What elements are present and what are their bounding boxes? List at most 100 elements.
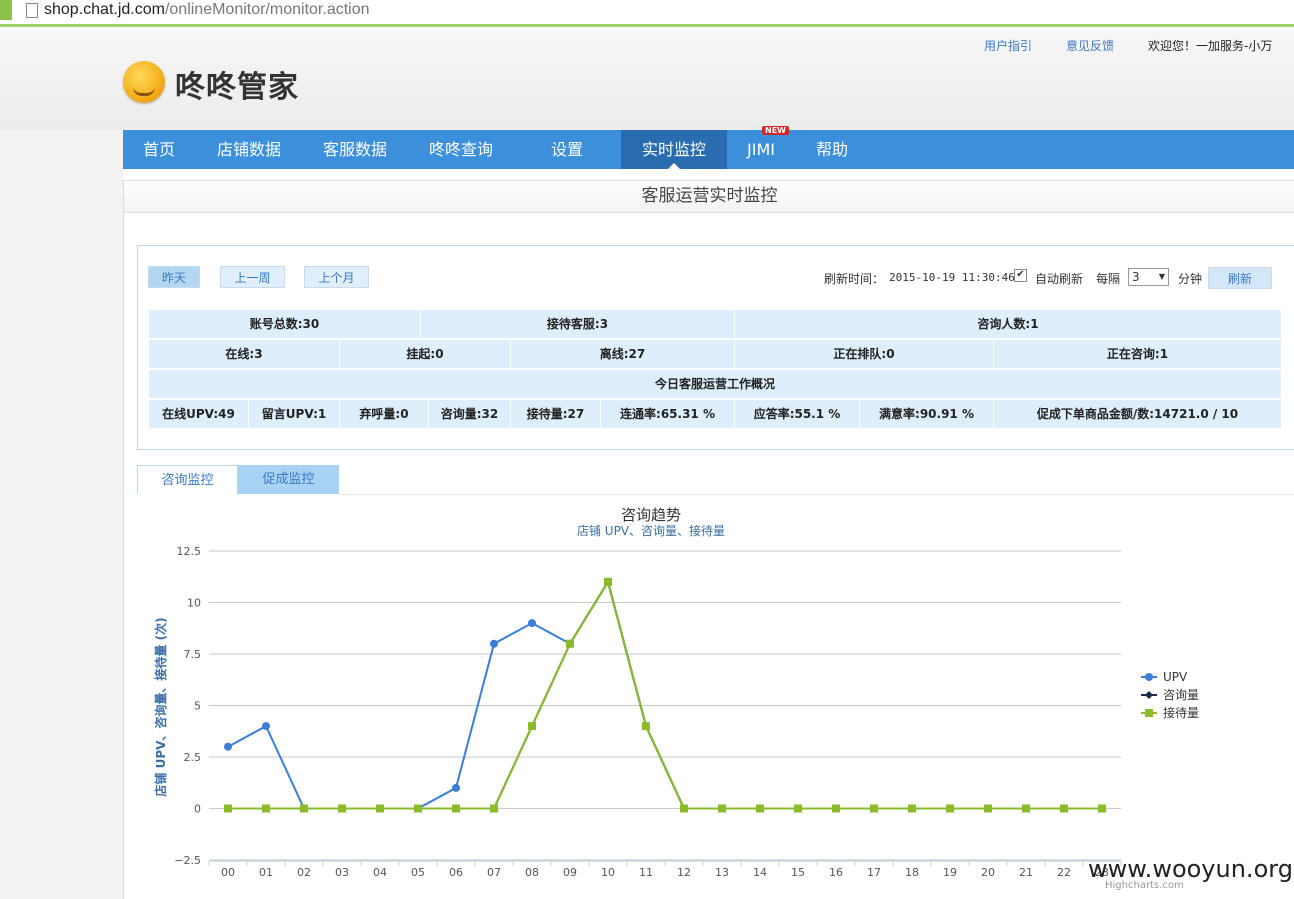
x-axis-ticks: 00 01 02 03 04 05 06 07 08 09 10 11 12 13 14 15 16 17 18 19… <box>208 860 1122 879</box>
x-tick-label: 14 <box>753 866 767 879</box>
series-0 <box>224 577 1106 813</box>
legend-marker <box>1145 691 1153 699</box>
watermark: www.wooyun.org <box>1088 855 1293 883</box>
last-month-button[interactable]: 上个月 <box>304 266 369 288</box>
data-point <box>566 639 574 648</box>
back-button-stub[interactable] <box>0 0 12 20</box>
legend-marker <box>1145 709 1153 717</box>
series-1 <box>224 577 1106 813</box>
stat-reception-volume: 接待量:27 <box>511 400 600 428</box>
stat-message-upv: 留言UPV:1 <box>249 400 339 428</box>
stat-satisfaction: 满意率:90.91 % <box>860 400 993 428</box>
nav-item-realtime-monitor[interactable]: 实时监控 <box>621 130 727 169</box>
data-point <box>490 804 498 813</box>
chart-series <box>224 577 1106 813</box>
nav-item-home[interactable]: 首页 <box>123 130 195 169</box>
data-point <box>300 804 308 813</box>
data-point <box>528 619 536 628</box>
tab-consult-monitor[interactable]: 咨询监控 <box>137 465 238 494</box>
auto-refresh-checkbox[interactable]: ✔ <box>1014 269 1027 282</box>
data-point <box>224 742 232 751</box>
interval-label: 每隔 <box>1096 272 1121 286</box>
data-point <box>528 722 536 731</box>
auto-refresh-label: 自动刷新 <box>1035 272 1084 286</box>
stat-consulting-people: 咨询人数:1 <box>735 310 1281 338</box>
data-point <box>756 804 764 813</box>
legend-marker <box>1145 673 1153 681</box>
x-tick-label: 20 <box>981 866 995 879</box>
stat-online: 在线:3 <box>149 340 339 368</box>
data-point <box>452 783 460 792</box>
stat-abandoned: 弃呼量:0 <box>340 400 428 428</box>
y-tick-label: 12.5 <box>177 545 202 558</box>
data-point <box>984 804 992 813</box>
interval-unit: 分钟 <box>1178 272 1203 286</box>
url-host: shop.chat.jd.com <box>44 1 165 18</box>
page-icon <box>26 3 38 18</box>
x-tick-label: 03 <box>335 866 349 879</box>
x-tick-label: 22 <box>1057 866 1071 879</box>
tab-underline <box>339 494 1294 495</box>
chart-subtitle: 店铺 UPV、咨询量、接待量 <box>577 523 725 538</box>
data-point <box>262 722 270 731</box>
x-tick-label: 21 <box>1019 866 1033 879</box>
stat-receiving-cs: 接待客服:3 <box>421 310 734 338</box>
y-tick-label: −2.5 <box>174 854 201 867</box>
x-tick-label: 02 <box>297 866 311 879</box>
nav-item-jimi[interactable]: JIMI <box>735 130 787 169</box>
stat-online-upv: 在线UPV:49 <box>149 400 248 428</box>
data-point <box>1060 804 1068 813</box>
main-nav: 首页 店铺数据 客服数据 咚咚查询 设置 实时监控 JIMI 帮助 <box>123 130 1294 169</box>
logo-text: 咚咚管家 <box>175 70 299 105</box>
data-point <box>794 804 802 813</box>
legend-label: UPV <box>1163 670 1188 684</box>
stat-consult-volume: 咨询量:32 <box>429 400 510 428</box>
tab-promo-monitor[interactable]: 促成监控 <box>238 465 339 494</box>
nav-item-settings[interactable]: 设置 <box>525 130 609 169</box>
x-tick-label: 01 <box>259 866 273 879</box>
x-tick-label: 13 <box>715 866 729 879</box>
nav-item-shop-data[interactable]: 店铺数据 <box>207 130 291 169</box>
left-gutter <box>0 130 123 899</box>
y-axis-label: 店铺 UPV、咨询量、接待量 (次) <box>153 617 168 796</box>
url-text[interactable]: shop.chat.jd.com/onlineMonitor/monitor.a… <box>44 0 370 19</box>
refresh-button[interactable]: 刷新 <box>1208 267 1272 289</box>
x-tick-label: 10 <box>601 866 615 879</box>
yesterday-button[interactable]: 昨天 <box>148 266 200 288</box>
bell-logo-icon <box>123 61 165 103</box>
stat-today-title: 今日客服运营工作概况 <box>149 370 1281 398</box>
new-badge: NEW <box>762 126 789 135</box>
x-tick-label: 00 <box>221 866 235 879</box>
chart-grid <box>209 550 1121 861</box>
nav-item-help[interactable]: 帮助 <box>805 130 859 169</box>
data-point <box>1098 804 1106 813</box>
x-tick-label: 15 <box>791 866 805 879</box>
series-line <box>228 579 1102 810</box>
url-path: /onlineMonitor/monitor.action <box>164 1 370 18</box>
data-point <box>452 804 460 813</box>
x-tick-label: 11 <box>639 866 653 879</box>
data-point <box>642 722 650 731</box>
x-tick-label: 04 <box>373 866 387 879</box>
refresh-time-label: 刷新时间： <box>824 272 885 286</box>
x-tick-label: 16 <box>829 866 843 879</box>
stat-suspended: 挂起:0 <box>340 340 510 368</box>
y-tick-label: 7.5 <box>184 648 202 661</box>
browser-address-bar[interactable]: shop.chat.jd.com/onlineMonitor/monitor.a… <box>0 0 1294 27</box>
data-point <box>832 804 840 813</box>
interval-select[interactable]: 3 <box>1128 268 1169 286</box>
y-tick-label: 10 <box>187 597 201 610</box>
stat-response-rate: 应答率:55.1 % <box>735 400 859 428</box>
feedback-link[interactable]: 意见反馈 <box>1066 38 1114 54</box>
data-point <box>376 804 384 813</box>
welcome-text: 欢迎您！一加服务-小万 <box>1148 39 1273 53</box>
user-guide-link[interactable]: 用户指引 <box>984 38 1032 54</box>
x-tick-label: 05 <box>411 866 425 879</box>
last-week-button[interactable]: 上一周 <box>220 266 285 288</box>
chart-title: 咨询趋势 <box>621 506 681 524</box>
nav-item-cs-data[interactable]: 客服数据 <box>313 130 397 169</box>
data-point <box>262 804 270 813</box>
data-point <box>718 804 726 813</box>
nav-item-dongdong-query[interactable]: 咚咚查询 <box>419 130 503 169</box>
data-point <box>1022 804 1030 813</box>
